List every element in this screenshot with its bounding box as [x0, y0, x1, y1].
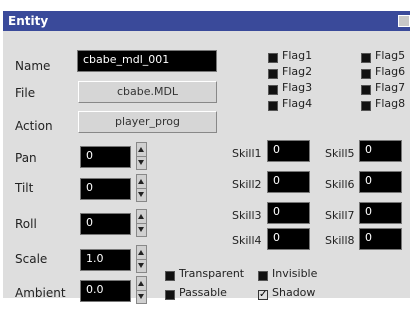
scale-field[interactable]: 1.0	[80, 249, 131, 271]
invisible-label: Invisible	[272, 267, 318, 280]
skill8-label: Skill8	[325, 234, 355, 247]
flag3-checkbox[interactable]	[268, 85, 278, 95]
action-button[interactable]: player_prog	[78, 111, 217, 133]
action-label: Action	[15, 119, 53, 133]
skill2-label: Skill2	[232, 178, 262, 191]
title-bar[interactable]: Entity	[3, 11, 410, 31]
skill7-label: Skill7	[325, 209, 355, 222]
roll-field[interactable]: 0	[80, 213, 131, 235]
skill8-field[interactable]: 0	[359, 228, 402, 250]
check-icon: ✓	[259, 289, 268, 300]
flag1-label: Flag1	[282, 49, 313, 62]
file-label: File	[15, 86, 36, 100]
flag8-label: Flag8	[375, 97, 406, 110]
flag2-label: Flag2	[282, 65, 313, 78]
flag6-checkbox[interactable]	[361, 69, 371, 79]
roll-up-icon[interactable]	[137, 210, 146, 224]
skill1-field[interactable]: 0	[267, 140, 310, 162]
skill3-label: Skill3	[232, 209, 262, 222]
scale-up-icon[interactable]	[137, 246, 146, 260]
tilt-down-icon[interactable]	[137, 188, 146, 201]
pan-down-icon[interactable]	[137, 156, 146, 169]
flag1-checkbox[interactable]	[268, 53, 278, 63]
flag5-label: Flag5	[375, 49, 406, 62]
ambient-down-icon[interactable]	[137, 290, 146, 303]
skill6-field[interactable]: 0	[359, 171, 402, 193]
flag8-checkbox[interactable]	[361, 101, 371, 111]
skill6-label: Skill6	[325, 178, 355, 191]
flag7-label: Flag7	[375, 81, 406, 94]
flag4-label: Flag4	[282, 97, 313, 110]
skill7-field[interactable]: 0	[359, 202, 402, 224]
close-icon[interactable]	[398, 15, 410, 27]
invisible-checkbox[interactable]	[258, 271, 268, 281]
skill4-field[interactable]: 0	[267, 228, 310, 250]
flag2-checkbox[interactable]	[268, 69, 278, 79]
entity-dialog: Entity Name File Action Pan Tilt Roll Sc…	[3, 11, 410, 304]
pan-field[interactable]: 0	[80, 146, 131, 168]
flag6-label: Flag6	[375, 65, 406, 78]
flag7-checkbox[interactable]	[361, 85, 371, 95]
name-label: Name	[15, 59, 51, 73]
scale-label: Scale	[15, 252, 48, 266]
pan-spinner[interactable]	[136, 142, 147, 170]
passable-checkbox[interactable]	[165, 290, 175, 300]
skill3-field[interactable]: 0	[267, 202, 310, 224]
shadow-label: Shadow	[272, 286, 316, 299]
skill1-label: Skill1	[232, 147, 262, 160]
file-button[interactable]: cbabe.MDL	[78, 81, 217, 103]
transparent-checkbox[interactable]	[165, 271, 175, 281]
skill2-field[interactable]: 0	[267, 171, 310, 193]
shadow-checkbox[interactable]: ✓	[258, 290, 268, 300]
scale-down-icon[interactable]	[137, 259, 146, 272]
window-title: Entity	[8, 14, 49, 28]
scale-spinner[interactable]	[136, 245, 147, 273]
ambient-label: Ambient	[15, 286, 66, 300]
roll-label: Roll	[15, 217, 37, 231]
ambient-spinner[interactable]	[136, 276, 147, 304]
tilt-label: Tilt	[15, 181, 34, 195]
tilt-spinner[interactable]	[136, 174, 147, 202]
flag5-checkbox[interactable]	[361, 53, 371, 63]
flag4-checkbox[interactable]	[268, 101, 278, 111]
pan-label: Pan	[15, 151, 37, 165]
skill4-label: Skill4	[232, 234, 262, 247]
pan-up-icon[interactable]	[137, 143, 146, 157]
tilt-up-icon[interactable]	[137, 175, 146, 189]
tilt-field[interactable]: 0	[80, 178, 131, 200]
ambient-field[interactable]: 0.0	[80, 280, 131, 302]
flag3-label: Flag3	[282, 81, 313, 94]
passable-label: Passable	[179, 286, 227, 299]
transparent-label: Transparent	[179, 267, 245, 280]
name-field[interactable]: cbabe_mdl_001	[77, 50, 217, 72]
skill5-field[interactable]: 0	[359, 140, 402, 162]
roll-spinner[interactable]	[136, 209, 147, 237]
ambient-up-icon[interactable]	[137, 277, 146, 291]
roll-down-icon[interactable]	[137, 223, 146, 236]
skill5-label: Skill5	[325, 147, 355, 160]
